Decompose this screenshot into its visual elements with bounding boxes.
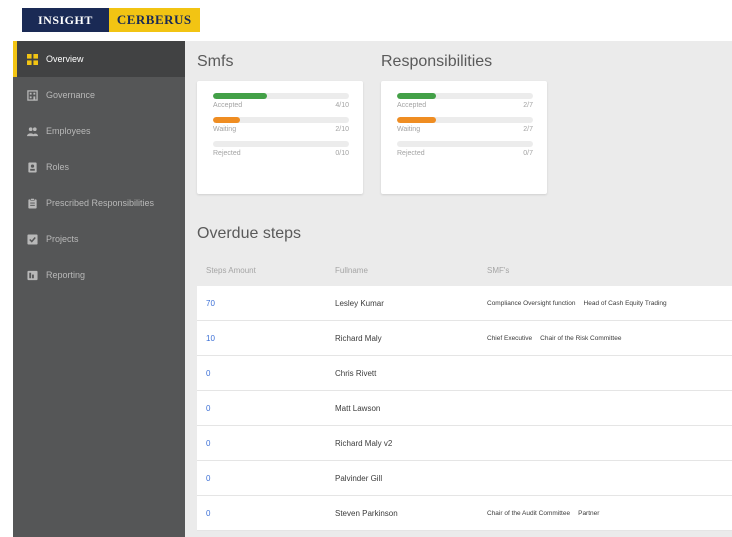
stat-value: 2/7: [523, 102, 533, 109]
sidebar-item-governance[interactable]: Governance: [13, 77, 185, 113]
table-body: 70 Lesley Kumar Compliance Oversight funct…: [197, 286, 732, 531]
sidebar-item-label: Governance: [46, 90, 96, 100]
sidebar-item-reporting[interactable]: Reporting: [13, 257, 185, 293]
fullname-cell: Palvinder Gill: [335, 473, 383, 483]
table-header: Steps Amount Fullname SMF's: [197, 254, 732, 286]
stat-value: 2/7: [523, 126, 533, 133]
sidebar-item-prescribed-responsibilities[interactable]: Prescribed Responsibilities: [13, 185, 185, 221]
dashboard-icon: [27, 53, 38, 65]
smfs-cell: Chief Executive Chair of the Risk Committ…: [487, 335, 732, 342]
stat-value: 0/7: [523, 150, 533, 157]
waiting-progress-bar: [213, 117, 349, 123]
overdue-steps-title: Overdue steps: [197, 225, 302, 242]
stat-waiting: Waiting 2/10: [213, 117, 349, 133]
stat-label: Accepted: [397, 102, 427, 109]
stat-label: Accepted: [213, 102, 243, 109]
accepted-progress-bar: [213, 93, 349, 99]
smfs-cell: Chair of the Audit Committee Partner: [487, 510, 732, 517]
rejected-progress-bar: [213, 141, 349, 147]
report-icon: [27, 270, 38, 281]
sidebar-item-label: Projects: [46, 234, 79, 244]
smf-tag: Partner: [578, 509, 600, 517]
rejected-progress-bar: [397, 141, 533, 147]
smf-tag: Compliance Oversight function: [487, 299, 576, 307]
table-row[interactable]: 0 Matt Lawson: [197, 391, 732, 426]
steps-amount-link[interactable]: 10: [206, 334, 215, 343]
stat-accepted: Accepted 2/7: [397, 93, 533, 109]
stat-value: 0/10: [335, 150, 349, 157]
steps-amount-link[interactable]: 0: [206, 509, 210, 518]
fullname-cell: Lesley Kumar: [335, 298, 384, 308]
sidebar-item-roles[interactable]: Roles: [13, 149, 185, 185]
building-icon: [27, 89, 38, 101]
smf-tag: Chief Executive: [487, 334, 533, 342]
smfs-summary-card: Accepted 4/10 Waiting 2/10 Rejected 0/10: [197, 81, 363, 194]
progress-fill: [213, 93, 268, 99]
table-row[interactable]: 70 Lesley Kumar Compliance Oversight funct…: [197, 286, 732, 321]
sidebar-item-overview[interactable]: Overview: [13, 41, 185, 77]
stat-value: 4/10: [335, 102, 349, 109]
progress-fill: [397, 117, 436, 123]
steps-amount-link[interactable]: 0: [206, 474, 210, 483]
smf-tag: Head of Cash Equity Trading: [583, 299, 667, 307]
main-content: Smfs Responsibilities Accepted 4/10 Waitin…: [185, 41, 732, 537]
fullname-cell: Steven Parkinson: [335, 508, 398, 518]
table-row[interactable]: 10 Richard Maly Chief Executive Chair of th…: [197, 321, 732, 356]
stat-label: Waiting: [213, 126, 237, 133]
steps-amount-link[interactable]: 0: [206, 404, 210, 413]
overdue-steps-table: Steps Amount Fullname SMF's 70 Lesley Kum…: [197, 254, 732, 531]
id-badge-icon: [27, 161, 38, 173]
sidebar-item-employees[interactable]: Employees: [13, 113, 185, 149]
accepted-progress-bar: [397, 93, 533, 99]
fullname-cell: Richard Maly v2: [335, 438, 393, 448]
steps-amount-link[interactable]: 0: [206, 439, 210, 448]
app-page: INSIGHT CERBERUS Overview Governance Emplo…: [0, 0, 732, 537]
stat-rejected: Rejected 0/10: [213, 141, 349, 157]
sidebar-item-label: Employees: [46, 126, 91, 136]
stat-rejected: Rejected 0/7: [397, 141, 533, 157]
smf-tag: Chair of the Audit Committee: [487, 509, 571, 517]
smfs-cell: Compliance Oversight function Head of Cas…: [487, 300, 732, 307]
sidebar-item-label: Prescribed Responsibilities: [46, 198, 155, 208]
sidebar: Overview Governance Employees Roles Prescrib…: [13, 41, 185, 537]
table-row[interactable]: 0 Chris Rivett: [197, 356, 732, 391]
fullname-cell: Richard Maly: [335, 333, 382, 343]
people-icon: [27, 126, 38, 137]
column-header-fullname[interactable]: Fullname: [335, 266, 487, 275]
brand-cerberus: CERBERUS: [108, 8, 200, 32]
smf-tag: Chair of the Risk Committee: [540, 334, 622, 342]
sidebar-item-projects[interactable]: Projects: [13, 221, 185, 257]
column-header-smfs[interactable]: SMF's: [487, 266, 732, 275]
clipboard-icon: [27, 197, 38, 209]
stat-accepted: Accepted 4/10: [213, 93, 349, 109]
smfs-title: Smfs: [197, 53, 234, 70]
fullname-cell: Chris Rivett: [335, 368, 377, 378]
steps-amount-link[interactable]: 70: [206, 299, 215, 308]
sidebar-item-label: Overview: [46, 54, 84, 64]
progress-fill: [213, 117, 241, 123]
waiting-progress-bar: [397, 117, 533, 123]
stat-waiting: Waiting 2/7: [397, 117, 533, 133]
sidebar-item-label: Roles: [46, 162, 70, 172]
table-row[interactable]: 0 Richard Maly v2: [197, 426, 732, 461]
stat-label: Waiting: [397, 126, 421, 133]
column-header-steps-amount[interactable]: Steps Amount: [197, 266, 335, 275]
stat-value: 2/10: [335, 126, 349, 133]
table-row[interactable]: 0 Palvinder Gill: [197, 461, 732, 496]
responsibilities-summary-card: Accepted 2/7 Waiting 2/7 Rejected 0/7: [381, 81, 547, 194]
sidebar-item-label: Reporting: [46, 270, 86, 280]
brand-insight: INSIGHT: [22, 8, 109, 32]
stat-label: Rejected: [213, 150, 241, 157]
progress-fill: [397, 93, 436, 99]
responsibilities-title: Responsibilities: [381, 53, 493, 70]
table-row[interactable]: 0 Steven Parkinson Chair of the Audit Comm…: [197, 496, 732, 531]
steps-amount-link[interactable]: 0: [206, 369, 210, 378]
fullname-cell: Matt Lawson: [335, 403, 381, 413]
stat-label: Rejected: [397, 150, 425, 157]
brand-logo[interactable]: INSIGHT CERBERUS: [22, 8, 200, 32]
checkbox-icon: [27, 233, 38, 245]
